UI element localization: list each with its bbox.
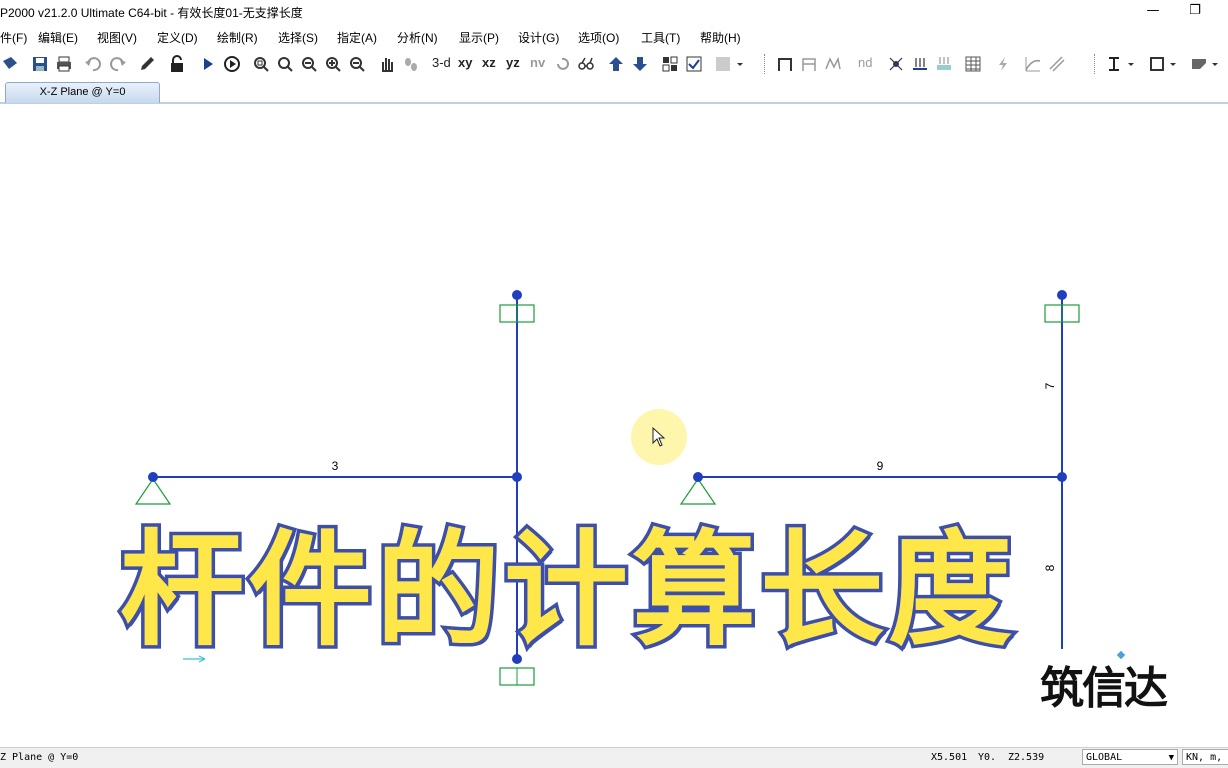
units-value: KN, m,	[1186, 752, 1223, 763]
menu-view[interactable]: 视图(V)	[97, 29, 137, 46]
menu-design[interactable]: 设计(G)	[518, 29, 559, 46]
status-view-name: Z Plane @ Y=0	[0, 752, 79, 763]
move-up-icon[interactable]	[606, 54, 626, 74]
deformed-shape-icon[interactable]	[1023, 54, 1043, 74]
show-forces-icon[interactable]	[993, 54, 1013, 74]
toolbar-separator	[1094, 54, 1096, 74]
status-x-coord: X5.501	[931, 752, 968, 763]
draw-cable-icon[interactable]	[823, 54, 843, 74]
joint[interactable]	[512, 290, 522, 300]
status-y-coord: Y0.	[978, 752, 997, 763]
assign-joint-icon[interactable]	[886, 54, 906, 74]
menu-tools[interactable]: 工具(T)	[641, 29, 680, 46]
pin-support-icon	[134, 477, 172, 505]
frame-label-right-col-bottom: 8	[1043, 564, 1057, 571]
walk-icon[interactable]	[401, 54, 421, 74]
zoom-restore-icon[interactable]	[275, 54, 295, 74]
chevron-down-icon[interactable]	[1124, 54, 1138, 74]
pan-icon[interactable]	[377, 54, 397, 74]
set-display-options-icon[interactable]	[684, 54, 704, 74]
menu-select[interactable]: 选择(S)	[278, 29, 318, 46]
frame-label-left-beam: 3	[332, 459, 339, 473]
joint[interactable]	[148, 472, 158, 482]
window-title: P2000 v21.2.0 Ultimate C64-bit - 有效长度01-…	[0, 6, 303, 20]
lock-icon[interactable]	[167, 54, 187, 74]
assign-area-loads-icon[interactable]	[934, 54, 954, 74]
joint[interactable]	[693, 472, 703, 482]
zoom-extents-icon[interactable]	[299, 54, 319, 74]
object-shrink-icon[interactable]	[660, 54, 680, 74]
joint[interactable]	[512, 472, 522, 482]
view-xz-button[interactable]: xz	[482, 55, 496, 70]
main-toolbar: 3-d xy xz yz nv nd	[0, 50, 1228, 78]
menu-edit[interactable]: 编辑(E)	[38, 29, 78, 46]
overlay-title: 杆件的计算长度	[117, 519, 1017, 663]
coordinate-system-select[interactable]: GLOBAL ▼	[1082, 749, 1178, 765]
menu-draw[interactable]: 绘制(R)	[217, 29, 258, 46]
quick-draw-frame-icon[interactable]	[799, 54, 819, 74]
minimize-button[interactable]: —	[1138, 2, 1168, 22]
units-select[interactable]: KN, m,	[1182, 749, 1228, 765]
model-explorer-icon[interactable]	[0, 54, 20, 74]
status-z-coord: Z2.539	[1008, 752, 1045, 763]
run-analysis-icon[interactable]	[198, 54, 218, 74]
frame-section-icon[interactable]	[1147, 54, 1167, 74]
menu-display[interactable]: 显示(P)	[459, 29, 499, 46]
draw-frame-icon[interactable]	[775, 54, 795, 74]
show-tables-icon[interactable]	[963, 54, 983, 74]
print-icon[interactable]	[54, 54, 74, 74]
rotate-view-icon[interactable]	[552, 54, 572, 74]
menu-bar: 件(F) 编辑(E) 视图(V) 定义(D) 绘制(R) 选择(S) 指定(A)…	[0, 26, 1228, 46]
zoom-window-icon[interactable]	[251, 54, 271, 74]
run-options-icon[interactable]	[222, 54, 242, 74]
section-designer-icon[interactable]	[1104, 54, 1124, 74]
save-icon[interactable]	[30, 54, 50, 74]
view-xy-button[interactable]: xy	[458, 55, 472, 70]
joint[interactable]	[1057, 472, 1067, 482]
menu-analyze[interactable]: 分析(N)	[397, 29, 438, 46]
model-view-canvas[interactable]: 3 9 7 8 杆件的计算长度 筑信达	[0, 104, 1228, 746]
chevron-down-icon[interactable]	[1166, 54, 1180, 74]
design-icon[interactable]	[1189, 54, 1209, 74]
perspective-icon[interactable]	[576, 54, 596, 74]
menu-file[interactable]: 件(F)	[0, 29, 27, 46]
frame-label-right-beam: 9	[877, 459, 884, 473]
status-bar: Z Plane @ Y=0 X5.501 Y0. Z2.539 GLOBAL ▼…	[0, 747, 1228, 768]
undo-icon[interactable]	[83, 54, 103, 74]
show-stresses-icon[interactable]	[1047, 54, 1067, 74]
redo-icon[interactable]	[108, 54, 128, 74]
zoom-out-icon[interactable]	[347, 54, 367, 74]
chevron-down-icon[interactable]	[733, 54, 747, 74]
move-down-icon[interactable]	[630, 54, 650, 74]
title-bar: P2000 v21.2.0 Ultimate C64-bit - 有效长度01-…	[0, 0, 1228, 24]
view-nv-button[interactable]: nv	[530, 55, 545, 70]
zoom-in-icon[interactable]	[323, 54, 343, 74]
assign-frame-loads-icon[interactable]	[910, 54, 930, 74]
frame-label-right-col-top: 7	[1043, 382, 1057, 389]
pencil-icon[interactable]	[137, 54, 157, 74]
chevron-down-icon: ▼	[1168, 753, 1174, 763]
pin-support-icon	[679, 477, 717, 505]
restore-button[interactable]: ❐	[1180, 2, 1210, 22]
brand-logo: 筑信达	[1040, 663, 1168, 714]
view-tab-strip: X-Z Plane @ Y=0	[0, 80, 1228, 104]
tab-xz-plane[interactable]: X-Z Plane @ Y=0	[5, 82, 160, 103]
menu-define[interactable]: 定义(D)	[157, 29, 198, 46]
toolbar-separator	[764, 54, 766, 74]
menu-help[interactable]: 帮助(H)	[700, 29, 741, 46]
menu-options[interactable]: 选项(O)	[578, 29, 619, 46]
joint[interactable]	[1057, 290, 1067, 300]
assign-display-icon[interactable]	[713, 54, 733, 74]
menu-assign[interactable]: 指定(A)	[337, 29, 377, 46]
chevron-down-icon[interactable]	[1208, 54, 1222, 74]
display-nd-button[interactable]: nd	[858, 55, 872, 70]
coordinate-system-value: GLOBAL	[1086, 752, 1123, 763]
mouse-pointer-icon	[652, 427, 666, 447]
view-yz-button[interactable]: yz	[506, 55, 520, 70]
view-3d-button[interactable]: 3-d	[432, 55, 451, 70]
